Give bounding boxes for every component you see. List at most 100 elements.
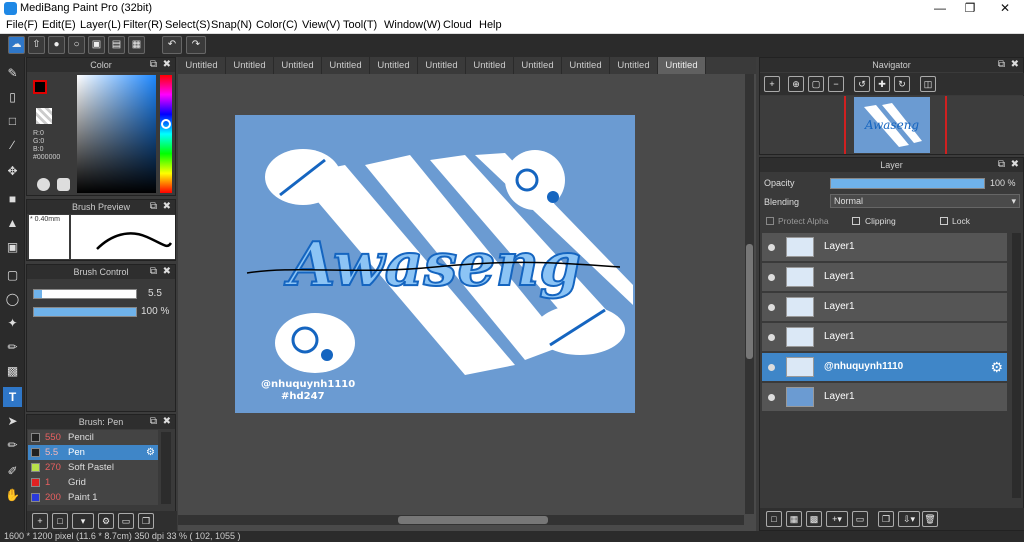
- grid-icon[interactable]: ▦: [128, 36, 145, 54]
- bucket-tool-icon[interactable]: ▲: [3, 213, 22, 233]
- hand-tool-icon[interactable]: ✋: [3, 485, 22, 505]
- eye-icon[interactable]: [768, 244, 775, 251]
- minimize-button[interactable]: —: [925, 0, 955, 17]
- undo-icon[interactable]: ↶: [162, 36, 182, 54]
- layer-opacity-slider[interactable]: [830, 178, 985, 189]
- menu-file[interactable]: File(F): [6, 19, 38, 31]
- brush-options-icon[interactable]: ▾: [72, 513, 94, 529]
- undock-icon[interactable]: ⧉: [150, 265, 157, 279]
- lock-checkbox[interactable]: [940, 217, 948, 225]
- redo-icon[interactable]: ↷: [186, 36, 206, 54]
- brush-item[interactable]: 1 Grid: [28, 475, 158, 490]
- lasso-tool-icon[interactable]: ◯: [3, 289, 22, 309]
- eyedropper-tool-icon[interactable]: ✏: [3, 435, 22, 455]
- line-tool-icon[interactable]: ∕: [3, 135, 22, 155]
- folder-icon[interactable]: ▭: [118, 513, 134, 529]
- add-brush-icon[interactable]: +: [32, 513, 48, 529]
- blending-select[interactable]: Normal ▾: [830, 194, 1020, 208]
- menu-help[interactable]: Help: [479, 19, 502, 31]
- layer-row[interactable]: Layer1: [762, 293, 1007, 322]
- menu-view[interactable]: View(V): [302, 19, 340, 31]
- document-tab[interactable]: Untitled: [178, 57, 226, 74]
- close-panel-icon[interactable]: ✖: [163, 265, 171, 279]
- document-tab[interactable]: Untitled: [226, 57, 274, 74]
- document-tab[interactable]: Untitled: [274, 57, 322, 74]
- text-tool-icon[interactable]: T: [3, 387, 22, 407]
- zoom-in-icon[interactable]: +: [764, 76, 780, 92]
- layer-list-scrollbar[interactable]: [1012, 233, 1021, 498]
- close-panel-icon[interactable]: ✖: [1011, 158, 1019, 172]
- brush-tool-icon[interactable]: ✎: [3, 63, 22, 83]
- clipping-checkbox[interactable]: [852, 217, 860, 225]
- document-tab[interactable]: Untitled: [610, 57, 658, 74]
- layer-row[interactable]: Layer1: [762, 233, 1007, 262]
- eye-icon[interactable]: [768, 394, 775, 401]
- new-layer-menu-icon[interactable]: +▾: [826, 511, 848, 527]
- rotate-right-icon[interactable]: ↻: [894, 76, 910, 92]
- rectangle-tool-icon[interactable]: □: [3, 111, 22, 131]
- layer-row[interactable]: @nhuquynh1110 ⚙: [762, 353, 1007, 382]
- menu-filter[interactable]: Filter(R): [123, 19, 163, 31]
- menu-layer[interactable]: Layer(L): [80, 19, 121, 31]
- navigator-viewport[interactable]: Awaseng: [760, 96, 1024, 154]
- menu-select[interactable]: Select(S): [165, 19, 210, 31]
- brush-item[interactable]: 200 Paint 1: [28, 490, 158, 505]
- vertical-scrollbar[interactable]: [745, 74, 754, 514]
- document-tab[interactable]: Untitled: [370, 57, 418, 74]
- menu-color[interactable]: Color(C): [256, 19, 298, 31]
- hue-slider[interactable]: [160, 75, 172, 193]
- menu-tool[interactable]: Tool(T): [343, 19, 377, 31]
- new-folder-icon[interactable]: ▭: [852, 511, 868, 527]
- brush-opacity-slider[interactable]: [33, 307, 137, 317]
- undock-icon[interactable]: ⧉: [150, 58, 157, 72]
- document-tab[interactable]: Untitled: [418, 57, 466, 74]
- eye-icon[interactable]: [768, 334, 775, 341]
- chat-icon[interactable]: ○: [68, 36, 85, 54]
- palette-icon[interactable]: [37, 178, 50, 191]
- close-panel-icon[interactable]: ✖: [163, 200, 171, 214]
- brush-settings-icon[interactable]: ⚙: [98, 513, 114, 529]
- close-panel-icon[interactable]: ✖: [163, 415, 171, 429]
- menu-edit[interactable]: Edit(E): [42, 19, 76, 31]
- brush-list-scrollbar[interactable]: [161, 432, 171, 504]
- new-8bit-layer-icon[interactable]: ▩: [806, 511, 822, 527]
- select-pen-tool-icon[interactable]: ✏: [3, 337, 22, 357]
- flip-icon[interactable]: ◫: [920, 76, 936, 92]
- duplicate-layer-icon[interactable]: ❐: [878, 511, 894, 527]
- new-brush-icon[interactable]: □: [52, 513, 68, 529]
- undock-icon[interactable]: ⧉: [998, 58, 1005, 72]
- layer-row[interactable]: Layer1: [762, 383, 1007, 412]
- move-tool-icon[interactable]: ✥: [3, 161, 22, 181]
- layer-row[interactable]: Layer1: [762, 323, 1007, 352]
- protect-alpha-checkbox[interactable]: [766, 217, 774, 225]
- comment-icon[interactable]: ●: [48, 36, 65, 54]
- document-tab[interactable]: Untitled: [466, 57, 514, 74]
- cloud-icon[interactable]: ☁: [8, 36, 25, 54]
- zoom-fit-icon[interactable]: ⊕: [788, 76, 804, 92]
- merge-layer-icon[interactable]: ⇩▾: [898, 511, 920, 527]
- undock-icon[interactable]: ⧉: [150, 200, 157, 214]
- smudge-tool-icon[interactable]: ✐: [3, 461, 22, 481]
- select-rect-tool-icon[interactable]: ▢: [3, 265, 22, 285]
- close-panel-icon[interactable]: ✖: [1011, 58, 1019, 72]
- select-eraser-tool-icon[interactable]: ▩: [3, 361, 22, 381]
- operation-tool-icon[interactable]: ➤: [3, 411, 22, 431]
- upload-icon[interactable]: ⇧: [28, 36, 45, 54]
- eye-icon[interactable]: [768, 364, 775, 371]
- transparent-swatch[interactable]: [36, 108, 52, 124]
- brush-item[interactable]: 5.5 Pen ⚙: [28, 445, 158, 460]
- brush-item[interactable]: 270 Soft Pastel: [28, 460, 158, 475]
- eye-icon[interactable]: [768, 304, 775, 311]
- document-icon[interactable]: ▣: [88, 36, 105, 54]
- layer-row[interactable]: Layer1: [762, 263, 1007, 292]
- gear-icon[interactable]: ⚙: [146, 445, 155, 460]
- document-tab[interactable]: Untitled: [658, 57, 706, 74]
- horizontal-scrollbar[interactable]: [178, 515, 744, 525]
- magic-wand-tool-icon[interactable]: ✦: [3, 313, 22, 333]
- undock-icon[interactable]: ⧉: [998, 158, 1005, 172]
- eye-icon[interactable]: [768, 274, 775, 281]
- vertical-scroll-thumb[interactable]: [746, 244, 753, 359]
- document-tab[interactable]: Untitled: [562, 57, 610, 74]
- close-window-button[interactable]: ✕: [990, 0, 1020, 17]
- delete-layer-icon[interactable]: 🗑: [922, 511, 938, 527]
